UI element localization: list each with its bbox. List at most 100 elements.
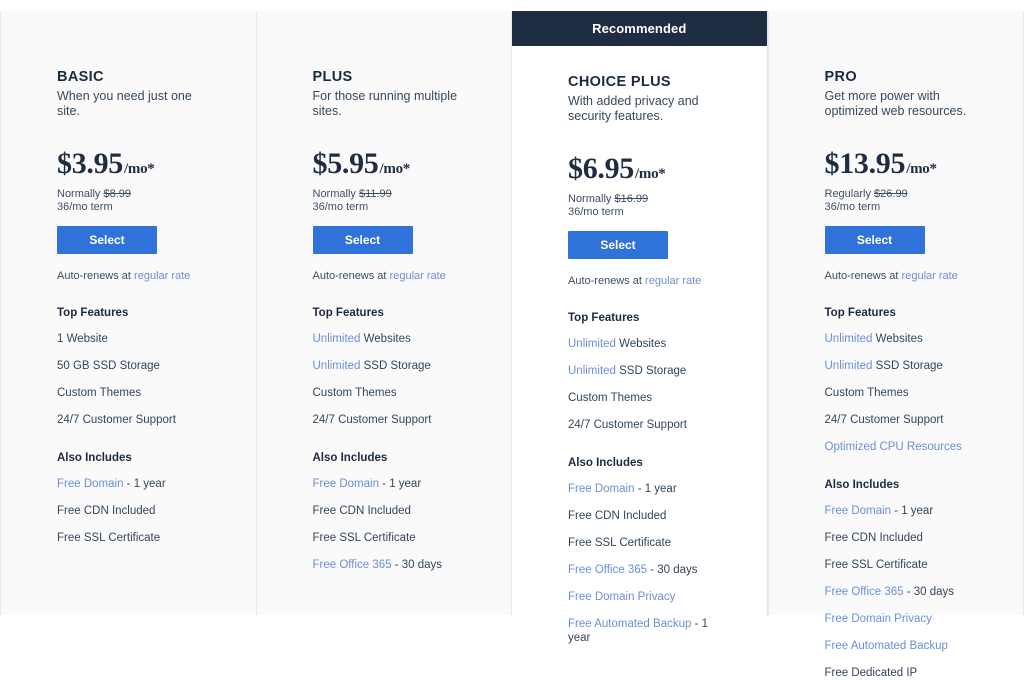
plan-card-basic: BASICWhen you need just one site.$3.95/m… [0,11,256,615]
plan-card-body: BASICWhen you need just one site.$3.95/m… [1,11,256,545]
recommended-badge: Recommended [512,11,767,46]
original-price-line: Normally $11.99 [313,188,494,201]
select-button[interactable]: Select [568,231,668,259]
feature-item[interactable]: Free Domain - 1 year [313,477,458,491]
feature-highlight-link[interactable]: Unlimited [825,360,873,372]
term-length: 36/mo term [825,201,1006,214]
feature-text: Free SSL Certificate [568,537,671,549]
price-amount: $6.95 [568,154,634,184]
feature-highlight-link[interactable]: Unlimited [568,338,616,350]
auto-renew-text: Auto-renews at [57,270,134,282]
feature-text: Websites [360,333,410,345]
term-length: 36/mo term [568,206,749,219]
feature-highlight-link[interactable]: Free Automated Backup [825,640,948,652]
regular-rate-link[interactable]: regular rate [390,270,446,282]
feature-highlight-link[interactable]: Free Office 365 [313,559,392,571]
select-button[interactable]: Select [57,226,157,254]
feature-item[interactable]: Free Office 365 - 30 days [825,585,970,599]
feature-item[interactable]: Free Office 365 - 30 days [568,563,713,577]
feature-item: 24/7 Customer Support [57,413,202,427]
feature-item: Custom Themes [825,386,970,400]
regular-rate-link[interactable]: regular rate [134,270,190,282]
feature-item[interactable]: Optimized CPU Resources [825,440,970,454]
feature-text: 24/7 Customer Support [568,419,687,431]
feature-highlight-link[interactable]: Free Domain Privacy [568,591,675,603]
feature-text: Custom Themes [313,387,397,399]
feature-text: 1 Website [57,333,108,345]
feature-item: Free CDN Included [825,531,970,545]
feature-item[interactable]: Unlimited Websites [825,332,970,346]
feature-item[interactable]: Unlimited SSD Storage [825,359,970,373]
feature-item[interactable]: Free Domain Privacy [825,612,970,626]
feature-text: 24/7 Customer Support [825,414,944,426]
plan-card-choice-plus: RecommendedCHOICE PLUSWith added privacy… [511,11,768,615]
regular-rate-link[interactable]: regular rate [645,275,701,287]
feature-text: Free Dedicated IP [825,667,918,679]
feature-item[interactable]: Free Office 365 - 30 days [313,558,458,572]
feature-item[interactable]: Free Domain - 1 year [57,477,202,491]
feature-highlight-link[interactable]: Unlimited [568,365,616,377]
feature-item: Custom Themes [313,386,458,400]
original-price-line: Normally $8.99 [57,188,238,201]
feature-text: SSD Storage [360,360,430,372]
feature-item[interactable]: Unlimited SSD Storage [568,364,713,378]
auto-renew-note: Auto-renews at regular rate [313,270,494,282]
feature-highlight-link[interactable]: Free Office 365 [825,586,904,598]
also-includes-list: Free Domain - 1 yearFree CDN IncludedFre… [568,482,749,645]
feature-item[interactable]: Free Domain - 1 year [568,482,713,496]
feature-highlight-link[interactable]: Free Domain [825,505,891,517]
feature-highlight-link[interactable]: Unlimited [313,333,361,345]
feature-item: Free SSL Certificate [825,558,970,572]
plan-name: CHOICE PLUS [568,74,749,90]
top-spacer [57,11,238,69]
term-length: 36/mo term [57,201,238,214]
feature-highlight-link[interactable]: Unlimited [825,333,873,345]
feature-text: Free CDN Included [313,505,411,517]
feature-item[interactable]: Free Domain - 1 year [825,504,970,518]
select-button[interactable]: Select [313,226,413,254]
regular-rate-link[interactable]: regular rate [902,270,958,282]
feature-text: SSD Storage [872,360,942,372]
plan-card-body: PLUSFor those running multiple sites.$5.… [257,11,512,572]
plan-card-content: PLUSFor those running multiple sites.$5.… [257,11,512,572]
feature-item[interactable]: Free Automated Backup [825,639,970,653]
feature-highlight-link[interactable]: Free Domain [568,483,634,495]
price-period: /mo* [906,162,936,177]
feature-text: Custom Themes [57,387,141,399]
feature-item: 24/7 Customer Support [568,418,713,432]
feature-item[interactable]: Unlimited Websites [313,332,458,346]
top-features-heading: Top Features [313,307,494,319]
plan-tagline: When you need just one site. [57,89,207,119]
feature-highlight-link[interactable]: Unlimited [313,360,361,372]
feature-item: Free SSL Certificate [57,531,202,545]
top-features-heading: Top Features [825,307,1006,319]
feature-highlight-link[interactable]: Free Domain [57,478,123,490]
plan-tagline: For those running multiple sites. [313,89,463,119]
auto-renew-note: Auto-renews at regular rate [568,275,749,287]
select-button[interactable]: Select [825,226,925,254]
price-amount: $5.95 [313,149,379,179]
auto-renew-text: Auto-renews at [568,275,645,287]
price-period: /mo* [635,167,665,182]
plan-name: PRO [825,69,1006,85]
plan-price: $6.95/mo* [568,154,749,184]
feature-text: - 1 year [634,483,676,495]
also-includes-heading: Also Includes [313,452,494,464]
feature-highlight-link[interactable]: Free Office 365 [568,564,647,576]
feature-text: 24/7 Customer Support [57,414,176,426]
price-block: $6.95/mo* Normally $16.9936/mo term Select… [568,154,749,287]
feature-highlight-link[interactable]: Free Domain [313,478,379,490]
feature-text: Custom Themes [825,387,909,399]
feature-item[interactable]: Unlimited SSD Storage [313,359,458,373]
feature-item[interactable]: Free Domain Privacy [568,590,713,604]
feature-item[interactable]: Free Automated Backup - 1 year [568,617,713,645]
original-price-line: Normally $16.99 [568,193,749,206]
feature-highlight-link[interactable]: Optimized CPU Resources [825,441,962,453]
feature-item[interactable]: Unlimited Websites [568,337,713,351]
auto-renew-note: Auto-renews at regular rate [825,270,1006,282]
original-price-line: Regularly $26.99 [825,188,1006,201]
pricing-plans-grid: BASICWhen you need just one site.$3.95/m… [0,0,1024,615]
feature-item: Custom Themes [568,391,713,405]
auto-renew-text: Auto-renews at [825,270,902,282]
feature-highlight-link[interactable]: Free Automated Backup [568,618,691,630]
